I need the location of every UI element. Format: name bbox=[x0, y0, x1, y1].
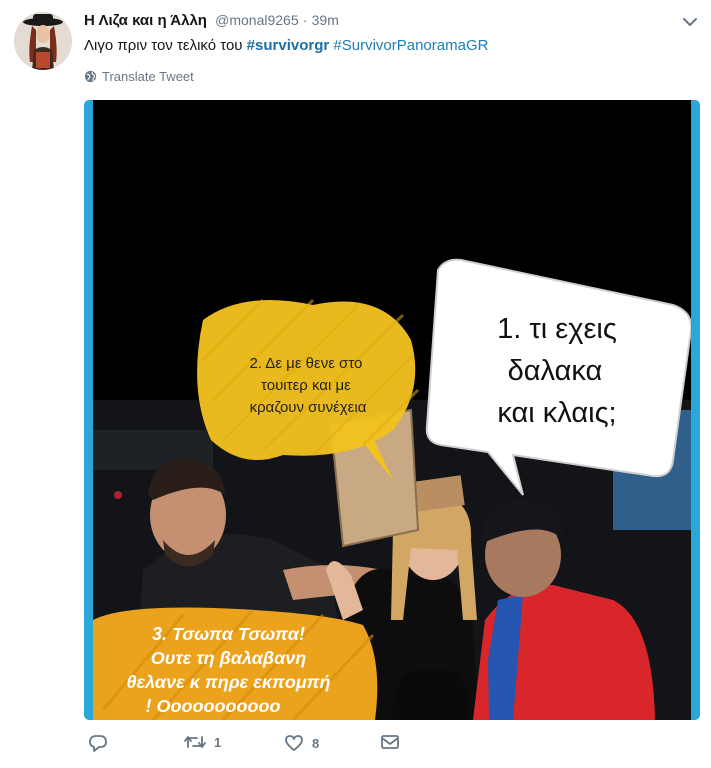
translate-tweet-link[interactable]: Translate Tweet bbox=[84, 69, 194, 84]
svg-text:2. Δε με θενε στο το: 2. Δε με θενε στο τουιτερ και με κραζουν… bbox=[249, 355, 366, 416]
reply-icon bbox=[89, 735, 107, 752]
retweet-button[interactable]: 1 bbox=[184, 734, 221, 750]
translate-label: Translate Tweet bbox=[102, 69, 194, 84]
tweet-media-image[interactable]: 2. Δε με θενε στο τουιτερ και με κραζουν… bbox=[84, 100, 700, 720]
speech-bubble-3: 3. Τσωπα Τσωπα! Ουτε τη βαλαβανη θελανε … bbox=[93, 607, 378, 720]
like-count: 8 bbox=[312, 735, 320, 751]
globe-icon bbox=[84, 70, 97, 83]
display-name[interactable]: Η Λιζα και η Άλλη bbox=[84, 12, 207, 29]
tweet-header: Η Λιζα και η Άλλη @monal9265 · 39m bbox=[84, 10, 339, 31]
bubble-2-line: τουιτερ και με bbox=[261, 377, 351, 394]
bubble-3-line: ! Οοοοοοοοοοο bbox=[146, 696, 281, 716]
bubble-3-line: Ουτε τη βαλαβανη bbox=[151, 648, 307, 668]
avatar[interactable] bbox=[14, 12, 72, 70]
tweet: Η Λιζα και η Άλλη @monal9265 · 39m Λιγο … bbox=[0, 0, 711, 768]
hashtag-link[interactable]: #survivorgr bbox=[247, 37, 330, 54]
bubble-3-line: 3. Τσωπα Τσωπα! bbox=[152, 624, 305, 644]
hashtag-link[interactable]: #SurvivorPanoramaGR bbox=[333, 37, 488, 54]
bubble-1-line: 1. τι εχεις bbox=[497, 313, 617, 345]
separator: · bbox=[302, 12, 308, 28]
user-handle[interactable]: @monal9265 bbox=[215, 12, 299, 28]
tweet-text: Λιγο πριν τον τελικό του #survivorgr #Su… bbox=[84, 36, 488, 56]
retweet-count: 1 bbox=[214, 734, 222, 750]
heart-icon bbox=[285, 735, 303, 751]
retweet-icon bbox=[184, 736, 206, 748]
bubble-1-line: δαλακα bbox=[508, 355, 603, 387]
bubble-2-line: κραζουν συνέχεια bbox=[250, 399, 367, 416]
tweet-text-body: Λιγο πριν τον τελικό του bbox=[84, 37, 243, 54]
timestamp[interactable]: 39m bbox=[312, 12, 339, 28]
like-button[interactable]: 8 bbox=[284, 734, 319, 752]
direct-message-button[interactable] bbox=[380, 734, 400, 750]
svg-text:1. τι εχεις δαλακα: 1. τι εχεις δαλακα και κλαις; bbox=[497, 313, 625, 429]
reply-button[interactable] bbox=[88, 734, 116, 752]
bubble-1-line: και κλαις; bbox=[497, 397, 616, 429]
bubble-2-line: 2. Δε με θενε στο bbox=[249, 355, 362, 372]
tweet-actions: 1 8 bbox=[84, 734, 484, 760]
chevron-down-icon[interactable] bbox=[680, 12, 700, 32]
bubble-3-line: θελανε κ πηρε εκπομπή bbox=[127, 672, 331, 692]
envelope-icon bbox=[381, 735, 399, 749]
